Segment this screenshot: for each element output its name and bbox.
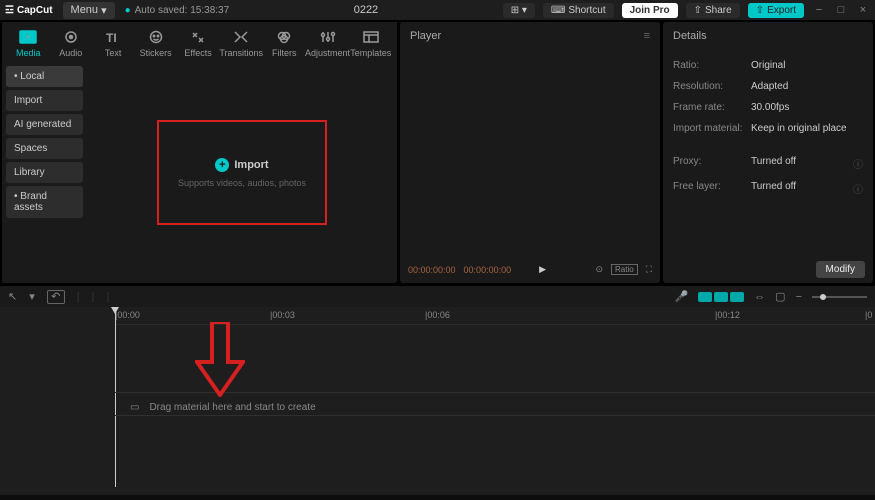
shortcut-button[interactable]: ⌨ Shortcut [543,3,614,18]
media-icon [19,29,37,45]
track-toggles[interactable] [698,292,744,302]
detail-row: Ratio:Original [673,55,863,76]
preview-icon[interactable]: ▢ [775,290,785,303]
share-button[interactable]: ⇧ Share [686,3,740,18]
player-menu-icon[interactable]: ≡ [644,30,650,42]
timecode-current: 00:00:00:00 [408,265,456,275]
nav-spaces[interactable]: Spaces [6,138,83,159]
info-icon[interactable]: ⓘ [853,181,863,196]
tab-adjustment[interactable]: Adjustment [306,25,350,62]
zoom-out-icon[interactable]: − [796,291,802,303]
ruler-tick: |00:06 [425,310,450,320]
magnet-icon[interactable]: ⇔ [754,291,765,303]
transitions-icon [232,29,250,45]
tab-filters[interactable]: Filters [263,25,305,62]
tab-text[interactable]: TIText [92,25,134,62]
titlebar: ☲CapCut Menu▾ ●Auto saved: 15:38:37 0222… [0,0,875,20]
mic-icon[interactable]: 🎤 [674,290,688,303]
player-panel: Player ≡ 00:00:00:00 00:00:00:00 ▶ ⊙ Rat… [400,22,660,283]
side-nav: Local Import AI generated Spaces Library Bran… [2,62,87,283]
detail-row: Free layer:Turned offⓘ [673,176,863,201]
play-button[interactable]: ▶ [539,264,546,275]
timeline-toolbar: ↖ ▾ ↶ | | | 🎤 ⇔ ▢ − [0,285,875,307]
ruler-tick: |0 [865,310,872,320]
player-header: Player ≡ [400,22,660,50]
track-placeholder: ▭ Drag material here and start to create [130,402,316,413]
fullscreen-icon[interactable]: ⛶ [646,264,652,275]
split-tool[interactable]: | [92,291,95,303]
zoom-slider[interactable] [812,296,867,298]
tab-templates[interactable]: Templates [350,25,392,62]
nav-import[interactable]: Import [6,90,83,111]
clip-icon: ▭ [130,402,139,413]
menu-button[interactable]: Menu▾ [63,2,115,19]
audio-icon [62,29,80,45]
project-name: 0222 [239,4,493,16]
effects-icon [189,29,207,45]
filters-icon [275,29,293,45]
detail-row: Frame rate:30.00fps [673,97,863,118]
stickers-icon [147,29,165,45]
media-panel: MediaAudioTITextStickersEffectsTransitio… [2,22,397,283]
import-subtitle: Supports videos, audios, photos [178,178,306,188]
timecode-total: 00:00:00:00 [464,265,512,275]
tab-stickers[interactable]: Stickers [134,25,176,62]
timeline[interactable]: |00:00|00:03|00:06|00:12|0 ▭ Drag materi… [0,307,875,495]
dropdown-icon[interactable]: ▾ [29,290,35,303]
player-viewport [400,50,660,260]
tab-audio[interactable]: Audio [49,25,91,62]
playhead[interactable] [115,307,116,487]
details-panel: Details Ratio:OriginalResolution:Adapted… [663,22,873,283]
marker-tool[interactable]: | [106,291,109,303]
import-button[interactable]: + Import [215,158,268,172]
autosave-status: ●Auto saved: 15:38:37 [125,5,230,16]
join-pro-button[interactable]: Join Pro [622,3,678,18]
maximize-button[interactable]: □ [834,4,848,16]
detail-row: Proxy:Turned offⓘ [673,151,863,176]
detail-row: Resolution:Adapted [673,76,863,97]
ruler-tick: |00:03 [270,310,295,320]
undo-button[interactable]: ↶ [47,290,65,304]
tab-transitions[interactable]: Transitions [219,25,263,62]
export-button[interactable]: ⇧ Export [748,3,804,18]
import-area: + Import Supports videos, audios, photos [87,62,397,283]
plus-icon: + [215,158,229,172]
info-icon[interactable]: ⓘ [853,156,863,171]
close-button[interactable]: × [856,4,870,16]
player-tool-icon[interactable]: ⊙ [595,264,603,275]
tab-effects[interactable]: Effects [177,25,219,62]
ratio-button[interactable]: Ratio [611,264,638,275]
cursor-tool[interactable]: ↖ [8,290,17,303]
app-logo: ☲CapCut [5,5,53,16]
nav-ai-generated[interactable]: AI generated [6,114,83,135]
svg-text:TI: TI [106,31,117,44]
nav-brand-assets[interactable]: Brand assets [6,186,83,218]
nav-library[interactable]: Library [6,162,83,183]
cut-tool[interactable]: | [77,291,80,303]
modify-button[interactable]: Modify [816,261,865,278]
detail-row: Import material:Keep in original place [673,118,863,139]
tool-tabs: MediaAudioTITextStickersEffectsTransitio… [2,22,397,62]
details-header: Details [663,22,873,50]
templates-icon [362,29,380,45]
adjustment-icon [319,29,337,45]
annotation-arrow [195,322,245,400]
minimize-button[interactable]: − [812,4,826,16]
ruler-tick: |00:12 [715,310,740,320]
nav-local[interactable]: Local [6,66,83,87]
text-icon: TI [104,29,122,45]
tab-media[interactable]: Media [7,25,49,62]
layout-button[interactable]: ⊞ ▾ [503,3,535,18]
import-dropzone[interactable]: + Import Supports videos, audios, photos [157,120,327,225]
